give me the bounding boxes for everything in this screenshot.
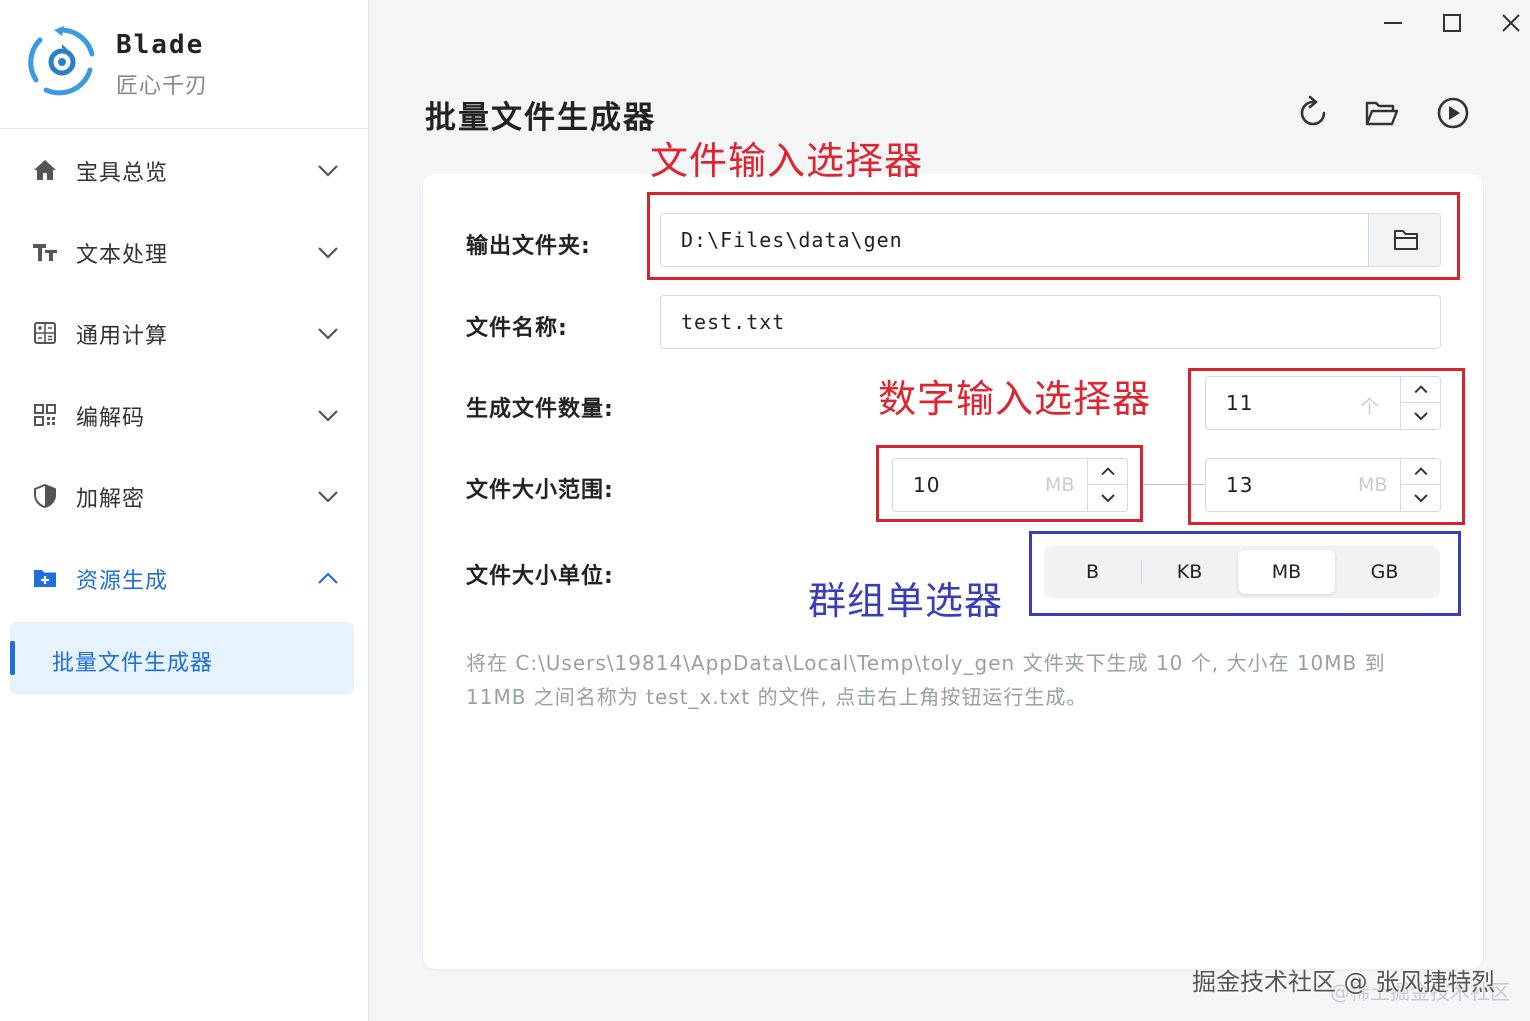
annotation-number-input: 数字输入选择器	[878, 377, 1152, 421]
chevron-down-icon	[318, 165, 338, 177]
folder-add-icon	[34, 570, 56, 587]
app-window: Blade 匠心千刃 宝具总览 文本处理 通用计算 编解码 加解密 资源生成 批…	[0, 0, 1530, 1021]
qr-code-icon	[34, 404, 56, 426]
annotation-file-input: 文件输入选择器	[650, 139, 924, 183]
size-range-label: 文件大小范围:	[466, 478, 614, 503]
sidebar-item-label: 文本处理	[76, 243, 169, 268]
minimize-icon[interactable]	[1378, 8, 1408, 38]
output-folder-label: 输出文件夹:	[466, 234, 591, 259]
home-icon	[34, 160, 56, 180]
play-circle-icon[interactable]	[1434, 94, 1472, 132]
sidebar-item-calc[interactable]: 通用计算	[0, 303, 368, 363]
brand-header: Blade 匠心千刃	[0, 0, 368, 129]
chevron-down-icon	[318, 410, 338, 422]
calculator-icon	[34, 322, 56, 344]
sidebar-item-label: 编解码	[76, 406, 146, 431]
sidebar-item-text[interactable]: 文本处理	[0, 222, 368, 282]
file-name-input[interactable]: test.txt	[660, 295, 1441, 349]
sidebar-item-overview[interactable]: 宝具总览	[0, 140, 368, 200]
chevron-down-icon	[318, 247, 338, 259]
sidebar-item-resource[interactable]: 资源生成	[0, 548, 368, 608]
active-indicator	[10, 641, 15, 675]
close-icon[interactable]	[1496, 8, 1526, 38]
sidebar-item-crypto[interactable]: 加解密	[0, 466, 368, 526]
annotation-group-select: 群组单选器	[808, 579, 1004, 623]
sidebar-item-label: 加解密	[76, 487, 146, 512]
watermark: 掘金技术社区 @ 张风捷特烈	[1192, 968, 1496, 996]
sidebar-subitem-label: 批量文件生成器	[52, 651, 214, 676]
sidebar-item-codec[interactable]: 编解码	[0, 385, 368, 445]
generation-hint: 将在 C:\Users\19814\AppData\Local\Temp\tol…	[466, 651, 1386, 709]
page-title: 批量文件生成器	[425, 100, 656, 136]
sidebar-item-label: 资源生成	[76, 569, 169, 594]
refresh-icon[interactable]	[1294, 94, 1332, 132]
annotation-box-number-input-left	[876, 445, 1143, 522]
open-folder-icon[interactable]	[1362, 94, 1400, 132]
text-format-icon	[33, 244, 57, 261]
file-name-label: 文件名称:	[466, 316, 568, 341]
maximize-icon[interactable]	[1437, 8, 1467, 38]
file-count-label: 生成文件数量:	[466, 397, 614, 422]
sidebar-item-label: 宝具总览	[76, 161, 169, 186]
sidebar-subitem-batch-file-generator[interactable]: 批量文件生成器	[10, 622, 354, 694]
sidebar-item-label: 通用计算	[76, 324, 169, 349]
file-name-value: test.txt	[681, 310, 786, 334]
chevron-down-icon	[318, 328, 338, 340]
chevron-up-icon	[318, 572, 338, 584]
chevron-down-icon	[318, 491, 338, 503]
annotation-box-group-select	[1029, 531, 1461, 616]
sidebar: Blade 匠心千刃 宝具总览 文本处理 通用计算 编解码 加解密 资源生成 批…	[0, 0, 369, 1021]
brand-subtitle: 匠心千刃	[116, 74, 209, 99]
brand-name: Blade	[116, 30, 205, 60]
annotation-box-number-input-right	[1188, 368, 1465, 525]
size-unit-label: 文件大小单位:	[466, 564, 614, 589]
shield-icon	[34, 483, 56, 509]
blade-logo-icon	[28, 26, 95, 96]
annotation-box-file-input	[647, 192, 1460, 280]
